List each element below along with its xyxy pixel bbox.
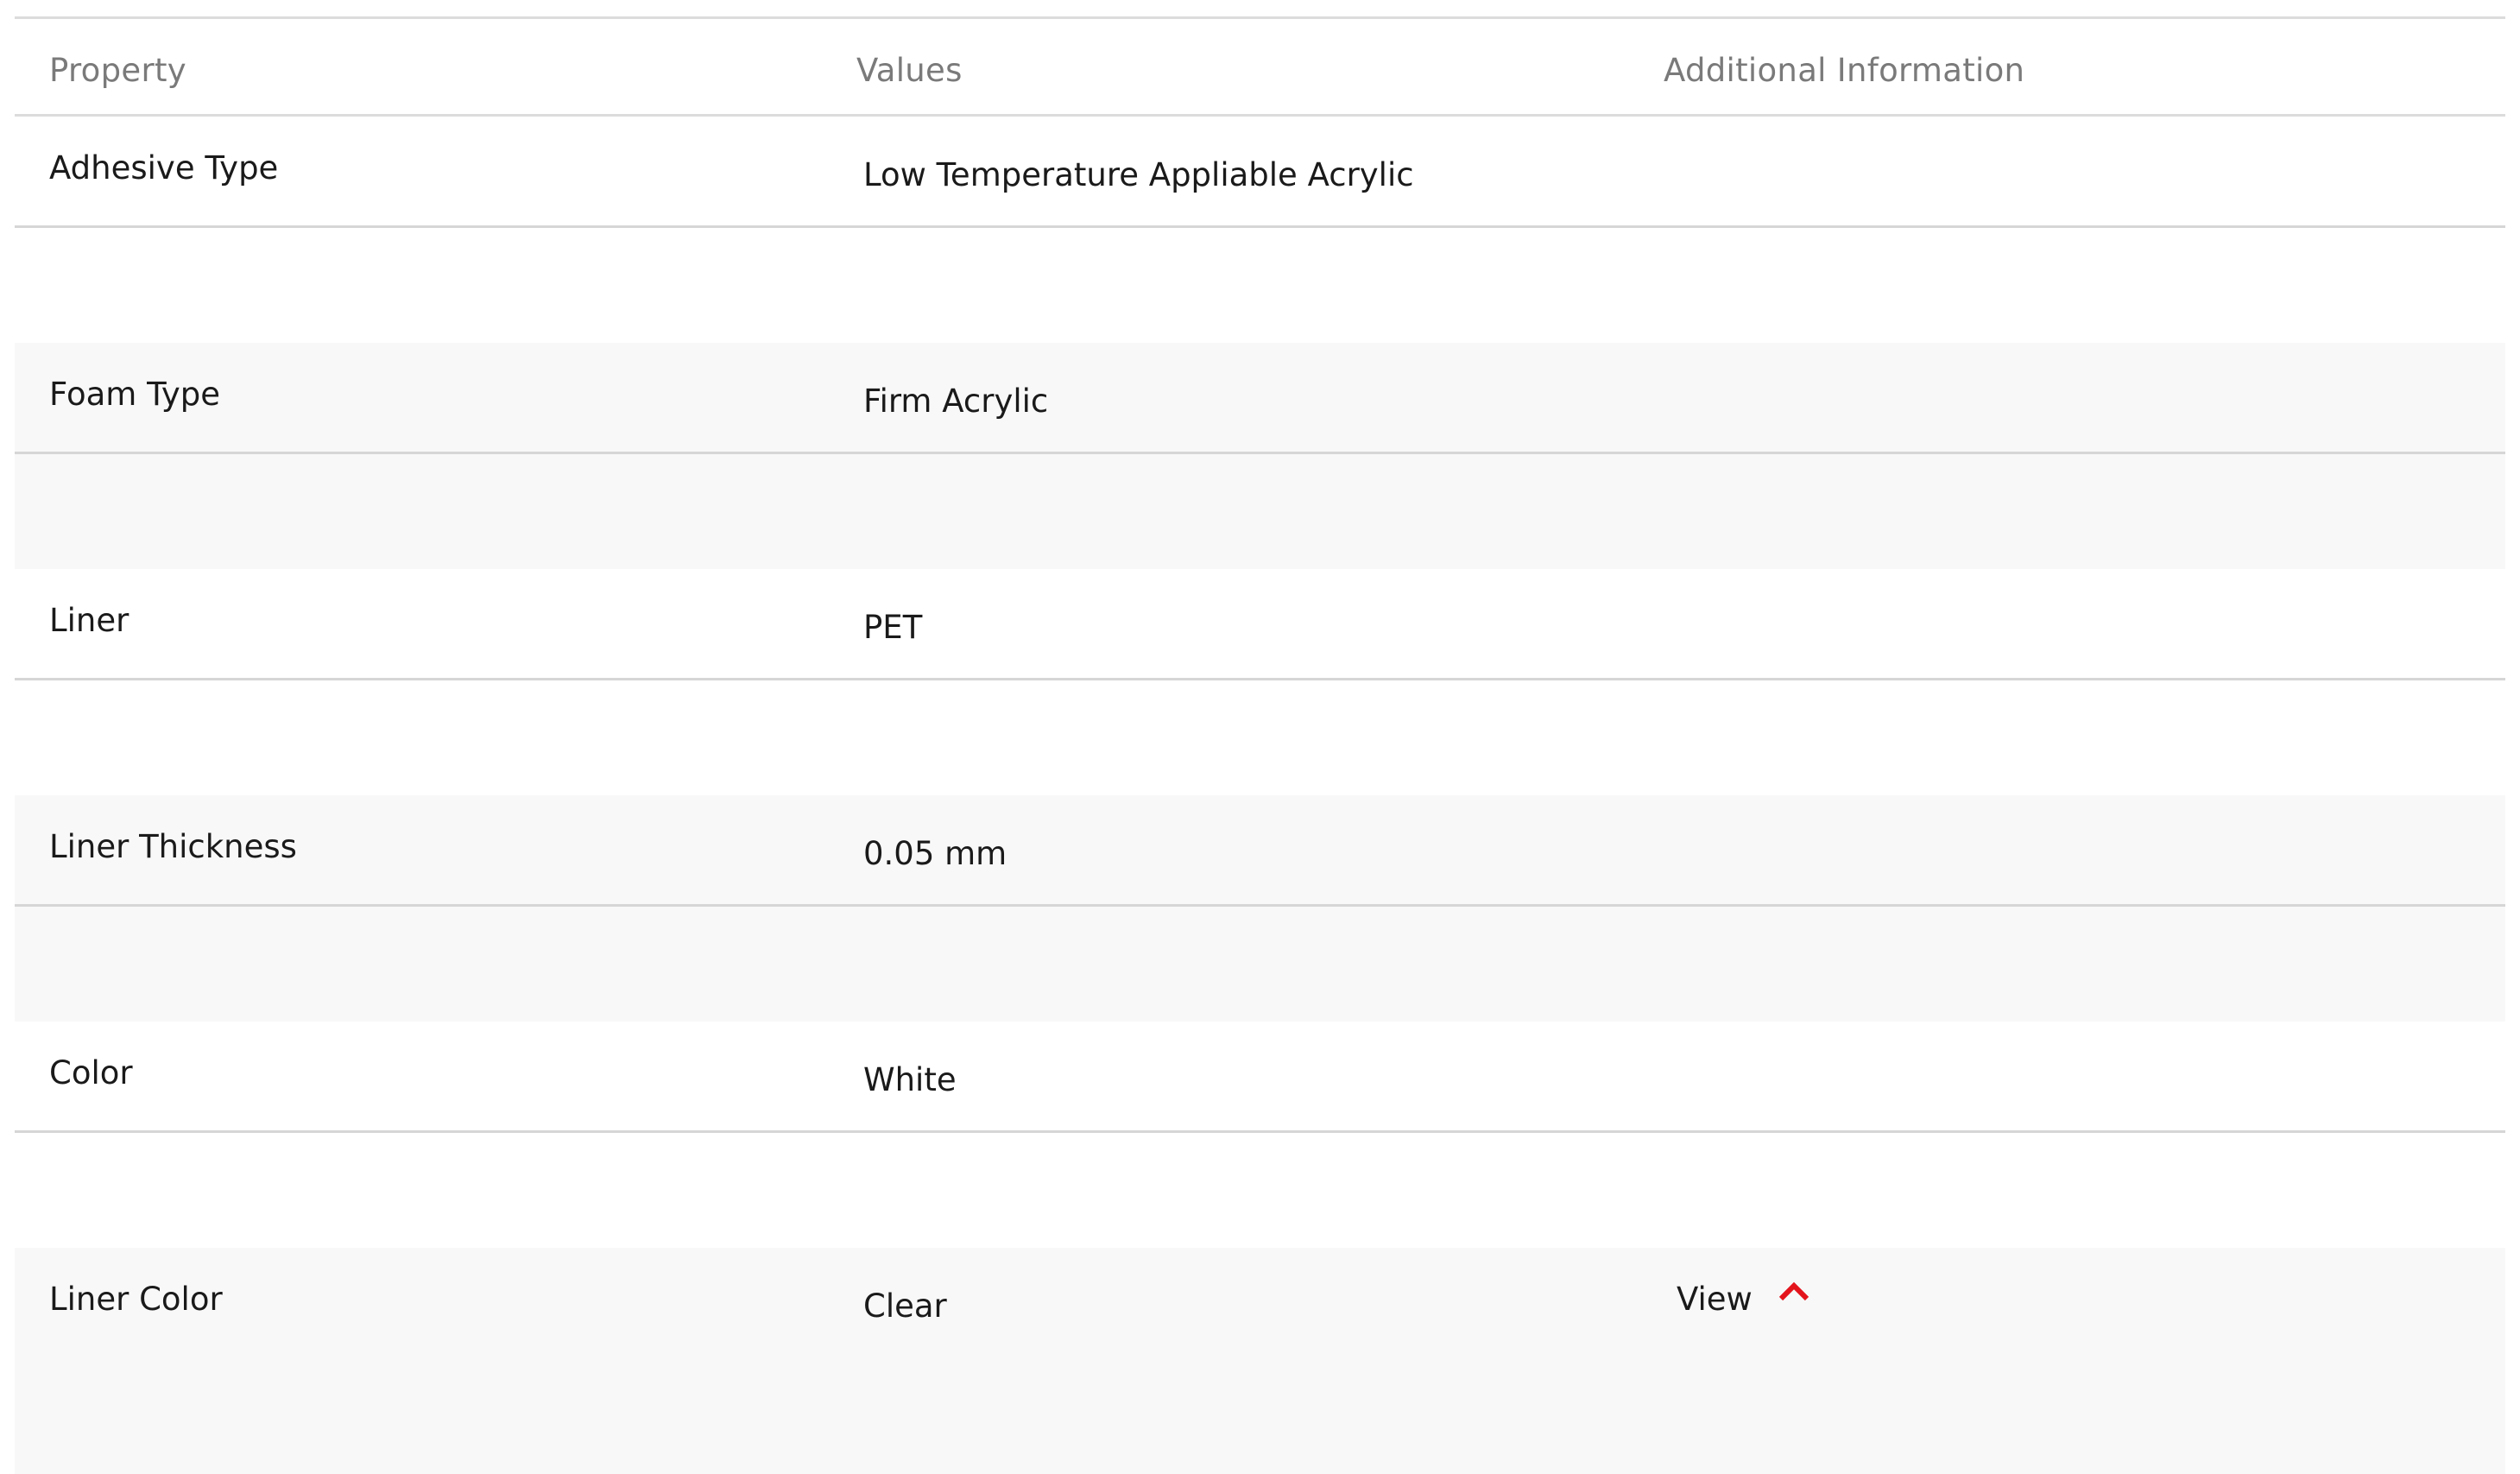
table-row: Adhesive Type Low Temperature Appliable …: [15, 117, 2505, 343]
row-property: Adhesive Type: [49, 149, 279, 187]
row-property: Color: [49, 1054, 133, 1091]
row-value: Low Temperature Appliable Acrylic: [863, 156, 1414, 193]
view-toggle-button[interactable]: View: [1677, 1281, 1809, 1318]
table-row-main: Liner Color Clear View: [15, 1248, 2505, 1359]
table-row: Foam Type Firm Acrylic: [15, 343, 2505, 569]
header-values: Values: [856, 52, 963, 89]
row-value: Clear: [863, 1287, 947, 1325]
row-property: Liner: [49, 602, 129, 639]
chevron-up-icon: [1778, 1280, 1809, 1302]
table-row: Liner Thickness 0.05 mm: [15, 795, 2505, 1022]
table-row-main: Color White: [15, 1022, 2505, 1133]
table-row: Liner PET: [15, 569, 2505, 795]
row-value: Firm Acrylic: [863, 383, 1049, 420]
table-row: Color White: [15, 1022, 2505, 1248]
row-property: Foam Type: [49, 376, 221, 413]
header-additional-information: Additional Information: [1664, 52, 2025, 89]
header-property: Property: [49, 52, 186, 89]
table-header: Property Values Additional Information: [15, 19, 2505, 117]
row-property: Liner Thickness: [49, 828, 297, 865]
table-row: Liner Color Clear View: [15, 1248, 2505, 1474]
table-row-main: Liner PET: [15, 569, 2505, 680]
view-toggle-label: View: [1677, 1281, 1753, 1318]
table-row-main: Foam Type Firm Acrylic: [15, 343, 2505, 454]
row-value: PET: [863, 609, 923, 646]
table-row-main: Liner Thickness 0.05 mm: [15, 795, 2505, 907]
row-value: White: [863, 1061, 957, 1098]
row-value: 0.05 mm: [863, 835, 1007, 872]
row-property: Liner Color: [49, 1281, 223, 1318]
table-row-main: Adhesive Type Low Temperature Appliable …: [15, 117, 2505, 228]
